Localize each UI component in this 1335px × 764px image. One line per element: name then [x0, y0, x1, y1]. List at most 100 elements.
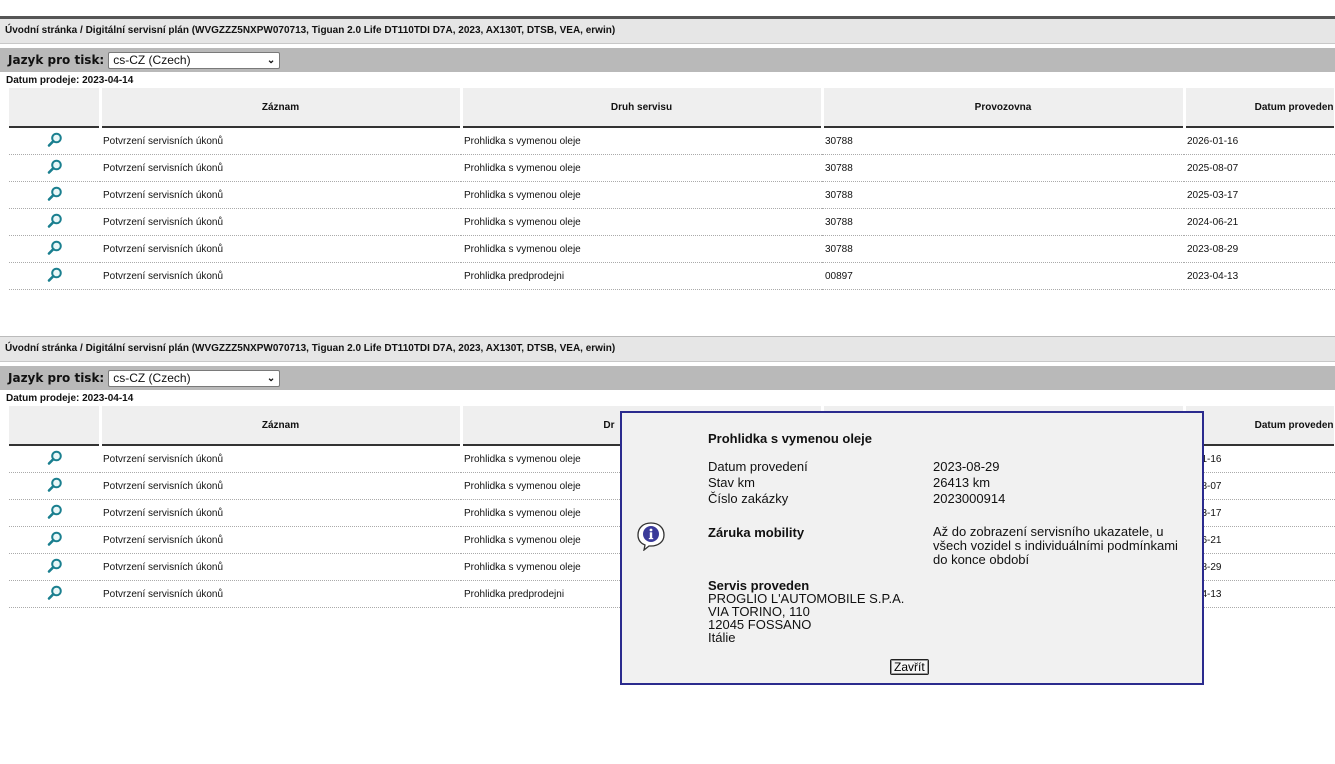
record-cell-icon[interactable] — [9, 262, 100, 290]
magnifier-icon[interactable] — [46, 132, 64, 152]
mobility-text: Až do zobrazení servisního ukazatele, u … — [933, 524, 1178, 567]
record-cell: Potvrzení servisních úkonů — [100, 580, 461, 608]
value-date: 2023-08-29 — [933, 459, 1000, 474]
service-type-cell: Prohlidka s vymenou oleje — [461, 181, 822, 209]
record-cell: Potvrzení servisních úkonů — [100, 472, 461, 500]
column-header-record: Záznam — [100, 406, 463, 446]
date-cell: 2023-04-13 — [1184, 262, 1335, 290]
record-cell: Potvrzení servisních úkonů — [100, 154, 461, 182]
service-type-cell: Prohlidka predprodejni — [461, 262, 822, 290]
service-type-cell: Prohlidka s vymenou oleje — [461, 154, 822, 182]
chevron-down-icon: ⌄ — [266, 54, 276, 66]
print-language-select[interactable]: cs-CZ (Czech) ⌄ — [108, 51, 281, 69]
table-row[interactable]: Potvrzení servisních úkonů Prohlidka s vy… — [9, 181, 1335, 209]
label-order: Číslo zakázky — [708, 491, 789, 506]
workshop-cell: 30788 — [822, 235, 1184, 263]
record-cell: Potvrzení servisních úkonů — [100, 208, 461, 236]
record-cell-icon[interactable] — [9, 499, 100, 527]
info-icon — [637, 522, 665, 551]
service-line: 12045 FOSSANO — [708, 617, 812, 632]
date-cell: 2026-01-16 — [1184, 127, 1335, 155]
column-header-icon — [9, 406, 102, 446]
column-header-record: Záznam — [100, 88, 463, 128]
date-cell: 6-01-16 — [1184, 445, 1335, 473]
column-header-date: Datum proveden — [1184, 88, 1335, 128]
label-date: Datum provedení — [708, 459, 808, 474]
table-row[interactable]: Potvrzení servisních úkonů Prohlidka s vy… — [9, 235, 1335, 263]
magnifier-icon[interactable] — [46, 477, 64, 497]
record-cell-icon[interactable] — [9, 235, 100, 263]
print-language-bar: Jazyk pro tisk: cs-CZ (Czech) ⌄ — [0, 48, 1335, 72]
magnifier-icon[interactable] — [46, 504, 64, 524]
date-cell: 3-04-13 — [1184, 580, 1335, 608]
record-cell-icon[interactable] — [9, 553, 100, 581]
magnifier-icon[interactable] — [46, 186, 64, 206]
service-line: Itálie — [708, 630, 736, 645]
column-header-icon — [9, 88, 102, 128]
breadcrumb: Úvodní stránka / Digitální servisní plán… — [0, 337, 1335, 362]
record-cell-icon[interactable] — [9, 472, 100, 500]
workshop-cell: 30788 — [822, 154, 1184, 182]
record-cell-icon[interactable] — [9, 181, 100, 209]
magnifier-icon[interactable] — [46, 159, 64, 179]
date-cell: 5-08-07 — [1184, 472, 1335, 500]
date-cell: 2025-03-17 — [1184, 181, 1335, 209]
table-row[interactable]: Potvrzení servisních úkonů Prohlidka pred… — [9, 262, 1335, 290]
print-language-select[interactable]: cs-CZ (Czech) ⌄ — [108, 369, 281, 387]
close-button[interactable]: Zavřít — [890, 659, 929, 675]
date-cell: 3-08-29 — [1184, 553, 1335, 581]
record-cell-icon[interactable] — [9, 580, 100, 608]
detail-values: 2023-08-29 26413 km 2023000914 — [933, 459, 1005, 507]
service-records-table: Záznam Druh servisu Provozovna Datum pro… — [9, 88, 1335, 290]
record-cell-icon[interactable] — [9, 526, 100, 554]
service-detail-dialog: Prohlidka s vymenou oleje Datum proveden… — [620, 411, 1204, 685]
magnifier-icon[interactable] — [46, 213, 64, 233]
record-cell: Potvrzení servisních úkonů — [100, 445, 461, 473]
record-cell-icon[interactable] — [9, 208, 100, 236]
print-language-value: cs-CZ (Czech) — [113, 371, 191, 385]
service-type-cell: Prohlidka s vymenou oleje — [461, 127, 822, 155]
record-cell-icon[interactable] — [9, 154, 100, 182]
magnifier-icon[interactable] — [46, 531, 64, 551]
print-language-label: Jazyk pro tisk: — [8, 53, 105, 67]
magnifier-icon[interactable] — [46, 558, 64, 578]
dialog-title: Prohlidka s vymenou oleje — [708, 431, 872, 446]
magnifier-icon[interactable] — [46, 267, 64, 287]
date-cell: 2023-08-29 — [1184, 235, 1335, 263]
table-row[interactable]: Potvrzení servisních úkonů Prohlidka s vy… — [9, 127, 1335, 155]
sale-date: Datum prodeje: 2023-04-14 — [6, 75, 134, 86]
value-km: 26413 km — [933, 475, 991, 490]
record-cell: Potvrzení servisních úkonů — [100, 235, 461, 263]
date-cell: 5-03-17 — [1184, 499, 1335, 527]
magnifier-icon[interactable] — [46, 240, 64, 260]
value-order: 2023000914 — [933, 491, 1006, 506]
record-cell: Potvrzení servisních úkonů — [100, 553, 461, 581]
service-plan-panel: Úvodní stránka / Digitální servisní plán… — [0, 19, 1335, 290]
magnifier-icon[interactable] — [46, 585, 64, 605]
workshop-cell: 00897 — [822, 262, 1184, 290]
service-provider: Servis proveden PROGLIO L'AUTOMOBILE S.P… — [708, 579, 904, 644]
print-language-label: Jazyk pro tisk: — [8, 371, 105, 385]
workshop-cell: 30788 — [822, 127, 1184, 155]
sale-date: Datum prodeje: 2023-04-14 — [6, 393, 134, 404]
label-km: Stav km — [708, 475, 755, 490]
date-cell: 4-06-21 — [1184, 526, 1335, 554]
service-type-cell: Prohlidka s vymenou oleje — [461, 208, 822, 236]
chevron-down-icon: ⌄ — [266, 372, 276, 384]
print-language-value: cs-CZ (Czech) — [113, 53, 191, 67]
breadcrumb: Úvodní stránka / Digitální servisní plán… — [0, 19, 1335, 44]
record-cell: Potvrzení servisních úkonů — [100, 499, 461, 527]
record-cell: Potvrzení servisních úkonů — [100, 127, 461, 155]
workshop-cell: 30788 — [822, 181, 1184, 209]
print-language-bar: Jazyk pro tisk: cs-CZ (Czech) ⌄ — [0, 366, 1335, 390]
record-cell-icon[interactable] — [9, 445, 100, 473]
table-row[interactable]: Potvrzení servisních úkonů Prohlidka s vy… — [9, 208, 1335, 236]
column-header-service-type: Druh servisu — [461, 88, 824, 128]
detail-labels: Datum provedení Stav km Číslo zakázky — [708, 459, 808, 507]
mobility-label: Záruka mobility — [708, 525, 805, 540]
table-row[interactable]: Potvrzení servisních úkonů Prohlidka s vy… — [9, 154, 1335, 182]
column-header-workshop: Provozovna — [822, 88, 1186, 128]
date-cell: 2025-08-07 — [1184, 154, 1335, 182]
magnifier-icon[interactable] — [46, 450, 64, 470]
record-cell-icon[interactable] — [9, 127, 100, 155]
